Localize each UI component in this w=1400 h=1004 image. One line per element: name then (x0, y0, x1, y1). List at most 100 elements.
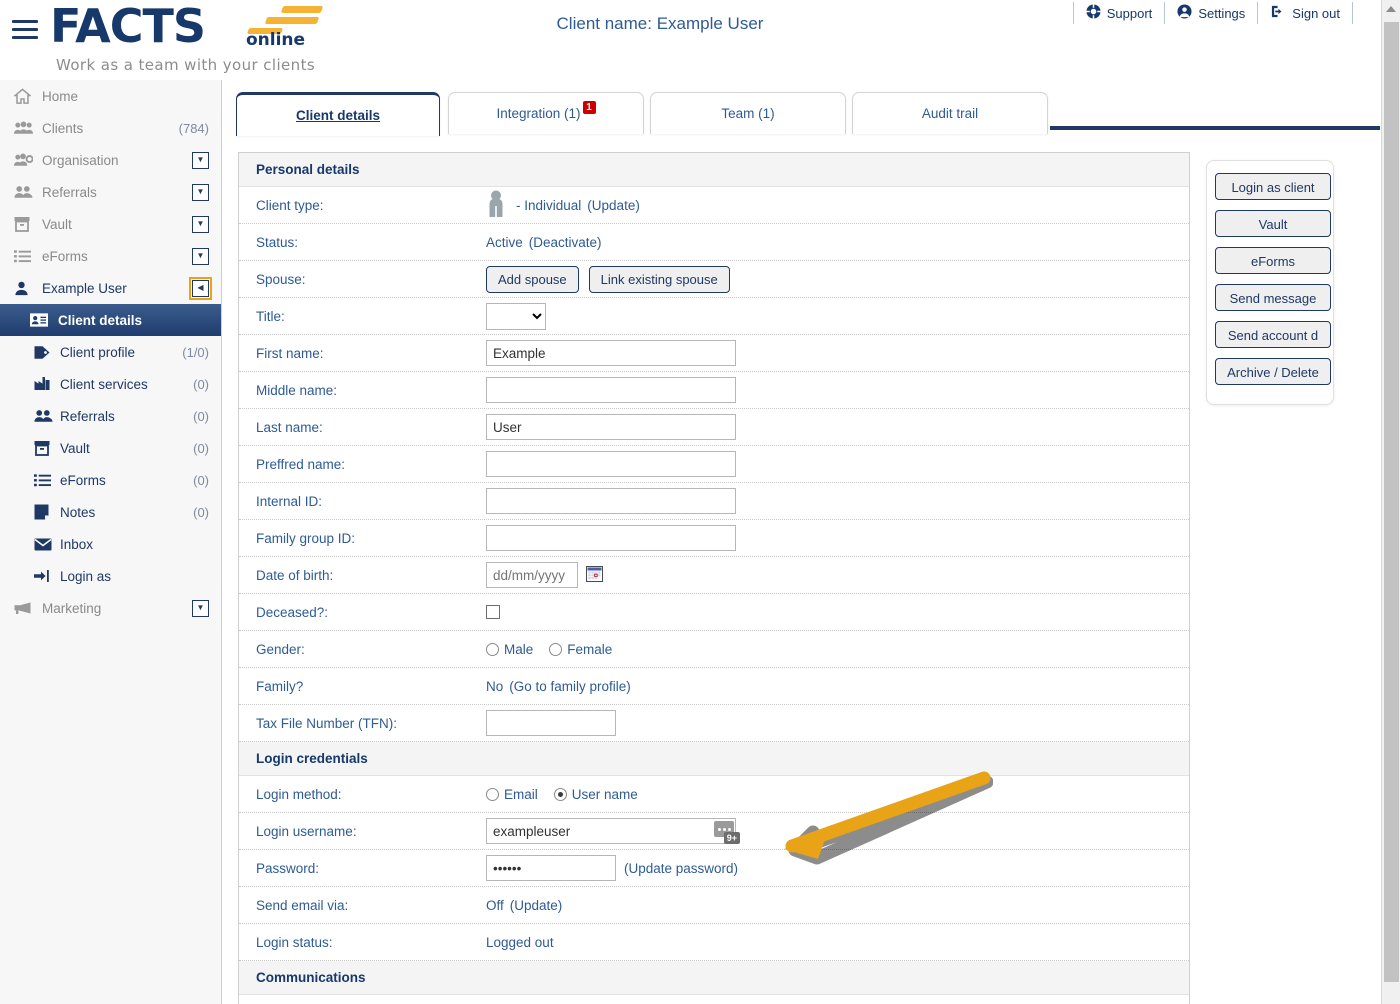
radio-circle-icon (486, 642, 499, 656)
eforms-icon (14, 249, 42, 263)
row-login-method: Login method: Email User name (239, 776, 1189, 813)
sidebar-item-notes[interactable]: Notes (0) (0, 496, 221, 528)
login-method-username-radio[interactable]: User name (553, 787, 638, 802)
sidebar-item-login-as[interactable]: Login as (0, 560, 221, 592)
sign-out-button[interactable]: Sign out (1257, 2, 1353, 24)
internal-id-label: Internal ID: (256, 493, 323, 509)
password-input[interactable] (486, 855, 616, 881)
sidebar-item-vault-sub[interactable]: Vault (0) (0, 432, 221, 464)
sidebar-item-marketing[interactable]: Marketing ▼ (0, 592, 221, 624)
collapse-sidebar-icon[interactable]: ◀ (189, 276, 212, 300)
password-label: Password: (256, 860, 320, 876)
tab-label: Audit trail (921, 106, 979, 121)
sidebar-label: Home (42, 88, 79, 104)
first-name-input[interactable] (486, 340, 736, 366)
sidebar-item-client-services[interactable]: Client services (0) (0, 368, 221, 400)
sidebar-item-vault[interactable]: Vault ▼ (0, 208, 221, 240)
sidebar-item-example-user[interactable]: Example User ◀ (0, 272, 221, 304)
tab-integration[interactable]: Integration (1) 1 (448, 92, 644, 134)
megaphone-icon (14, 601, 42, 615)
sidebar-item-eforms[interactable]: eForms ▼ (0, 240, 221, 272)
scroll-up-arrow-icon[interactable] (1386, 6, 1396, 12)
family-label: Family? (256, 678, 304, 694)
update-send-email-link[interactable]: (Update) (510, 898, 563, 913)
application-window: FACTS online Work as a team with your cl… (0, 0, 1400, 1004)
support-button[interactable]: Support (1072, 2, 1165, 24)
client-type-value: - Individual (516, 197, 582, 213)
notes-icon (34, 504, 60, 520)
login-status-label: Login status: (256, 934, 333, 950)
chevron-down-icon[interactable]: ▼ (192, 247, 209, 265)
title-select[interactable] (486, 302, 546, 330)
login-method-email-radio[interactable]: Email (486, 787, 538, 802)
send-email-label: Send email via: (256, 897, 349, 913)
client-services-icon (34, 377, 60, 391)
status-label: Status: (256, 234, 299, 250)
tab-team[interactable]: Team (1) (650, 92, 846, 134)
sidebar-item-referrals-sub[interactable]: Referrals (0) (0, 400, 221, 432)
settings-button[interactable]: Settings (1164, 2, 1257, 24)
row-first-name: First name: (239, 335, 1189, 372)
update-password-link[interactable]: (Update password) (624, 861, 738, 876)
tab-client-details[interactable]: Client details (236, 92, 440, 136)
deceased-checkbox[interactable] (486, 605, 500, 619)
last-name-input[interactable] (486, 414, 736, 440)
family-group-id-input[interactable] (486, 525, 736, 551)
sidebar-item-organisation[interactable]: Organisation ▼ (0, 144, 221, 176)
deceased-label: Deceased?: (256, 604, 329, 620)
chevron-down-icon[interactable]: ▼ (192, 215, 209, 233)
sidebar-item-client-profile[interactable]: Client profile (1/0) (0, 336, 221, 368)
preferred-name-input[interactable] (486, 451, 736, 477)
chevron-down-icon[interactable]: ▼ (192, 183, 209, 201)
calendar-icon[interactable] (586, 565, 603, 585)
hamburger-icon[interactable] (12, 20, 38, 42)
eforms-button[interactable]: eForms (1215, 247, 1331, 274)
go-to-family-profile-link[interactable]: (Go to family profile) (509, 679, 631, 694)
family-group-id-label: Family group ID: (256, 530, 356, 546)
logo-tagline: Work as a team with your clients (56, 56, 316, 74)
send-account-details-button[interactable]: Send account d (1215, 321, 1331, 348)
gender-label: Gender: (256, 641, 305, 657)
sidebar-item-client-details[interactable]: Client details (0, 304, 221, 336)
send-message-button[interactable]: Send message (1215, 284, 1331, 311)
vault-button[interactable]: Vault (1215, 210, 1331, 237)
tfn-input[interactable] (486, 710, 616, 736)
gender-female-radio[interactable]: Female (549, 642, 612, 657)
scrollbar-thumb[interactable] (1384, 22, 1399, 982)
sidebar-label: Referrals (60, 408, 115, 424)
logo-sub-text: online (246, 30, 306, 50)
archive-delete-button[interactable]: Archive / Delete (1215, 358, 1331, 385)
gender-male-radio[interactable]: Male (486, 642, 533, 657)
row-date-of-birth: Date of birth: (239, 557, 1189, 594)
vertical-scrollbar[interactable] (1381, 0, 1400, 1004)
link-existing-spouse-button[interactable]: Link existing spouse (588, 265, 730, 293)
add-spouse-button[interactable]: Add spouse (486, 265, 579, 293)
sidebar-item-home[interactable]: Home (0, 80, 221, 112)
row-tfn: Tax File Number (TFN): (239, 705, 1189, 742)
login-as-client-button[interactable]: Login as client (1215, 173, 1331, 200)
sidebar-label: Login as (60, 568, 112, 584)
login-method-email-label: Email (504, 786, 538, 802)
referrals-icon (34, 409, 60, 423)
sidebar-item-referrals[interactable]: Referrals ▼ (0, 176, 221, 208)
date-of-birth-input[interactable] (486, 562, 578, 588)
internal-id-input[interactable] (486, 488, 736, 514)
deactivate-link[interactable]: (Deactivate) (529, 235, 602, 250)
preferred-name-label: Preffred name: (256, 456, 346, 472)
sidebar-item-clients[interactable]: Clients (784) (0, 112, 221, 144)
login-username-input[interactable] (486, 818, 736, 844)
chevron-down-icon[interactable]: ▼ (192, 151, 209, 169)
tab-audit-trail[interactable]: Audit trail (852, 92, 1048, 134)
row-middle-name: Middle name: (239, 372, 1189, 409)
login-method-label: Login method: (256, 786, 342, 802)
referrals-icon (14, 185, 42, 199)
sidebar-item-eforms-sub[interactable]: eForms (0) (0, 464, 221, 496)
sidebar-count: (0) (193, 376, 209, 392)
sidebar-count: (0) (193, 472, 209, 488)
chevron-down-icon[interactable]: ▼ (192, 599, 209, 617)
update-client-type-link[interactable]: (Update) (587, 198, 640, 213)
middle-name-input[interactable] (486, 377, 736, 403)
gender-male-label: Male (504, 641, 534, 657)
sidebar-item-inbox[interactable]: Inbox (0, 528, 221, 560)
facts-online-logo[interactable]: FACTS online Work as a team with your cl… (50, 2, 330, 76)
